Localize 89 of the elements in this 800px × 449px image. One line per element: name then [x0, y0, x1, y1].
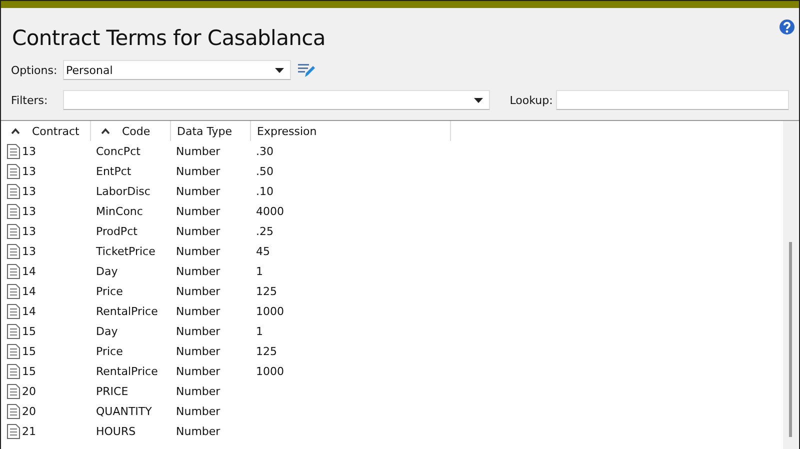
table-cell: Day: [96, 264, 118, 278]
document-icon: [7, 224, 20, 238]
table-cell: 1: [256, 264, 263, 278]
table-cell: 15: [22, 344, 36, 358]
filters-dropdown[interactable]: [62, 90, 490, 110]
table-cell: Number: [176, 164, 220, 178]
table-cell: 13: [22, 184, 36, 198]
table-cell: .10: [256, 184, 274, 198]
document-icon: [7, 284, 20, 298]
table-cell: Number: [176, 364, 220, 378]
table-cell: HOURS: [96, 424, 136, 438]
scrollbar[interactable]: [783, 121, 798, 449]
table-cell: Number: [176, 224, 220, 238]
table-cell: .25: [256, 224, 274, 238]
table-cell: 45: [256, 244, 270, 258]
table-cell: PRICE: [96, 384, 128, 398]
table-cell: Number: [176, 424, 220, 438]
table-cell: QUANTITY: [96, 404, 152, 418]
document-icon: [7, 344, 20, 358]
window-title: Contract Terms for Casablanca: [12, 26, 326, 50]
table-cell: RentalPrice: [96, 364, 158, 378]
table-cell: .50: [256, 164, 274, 178]
table-cell: RentalPrice: [96, 304, 158, 318]
lookup-label: Lookup:: [510, 94, 554, 106]
table-cell: .30: [256, 144, 274, 158]
document-icon: [7, 244, 20, 258]
table-cell: Number: [176, 264, 220, 278]
lookup-field[interactable]: [556, 90, 789, 110]
column-header[interactable]: Data Type: [171, 121, 251, 141]
table-cell: Number: [176, 304, 220, 318]
table-cell: 20: [22, 384, 36, 398]
table-cell: 13: [22, 144, 36, 158]
table-cell: 125: [256, 284, 277, 298]
table-cell: 14: [22, 264, 36, 278]
help-icon[interactable]: [779, 19, 795, 35]
document-icon: [7, 204, 20, 218]
table-cell: TicketPrice: [96, 244, 156, 258]
table-cell: Number: [176, 344, 220, 358]
table-cell: 14: [22, 284, 36, 298]
document-icon: [7, 144, 20, 158]
table-cell: 125: [256, 344, 277, 358]
table-cell: Number: [176, 324, 220, 338]
table-cell: MinConc: [96, 204, 143, 218]
filters-label: Filters:: [11, 94, 49, 106]
table-cell: Number: [176, 244, 220, 258]
table-cell: 13: [22, 204, 36, 218]
table-cell: 15: [22, 364, 36, 378]
table-cell: Day: [96, 324, 118, 338]
table-cell: Number: [176, 404, 220, 418]
table-cell: 1000: [256, 304, 284, 318]
table-cell: 20: [22, 404, 36, 418]
table-cell: ConcPct: [96, 144, 140, 158]
table-cell: EntPct: [96, 164, 132, 178]
column-header[interactable]: Contract: [1, 121, 91, 141]
document-icon: [7, 424, 20, 438]
column-header[interactable]: Code: [91, 121, 171, 141]
options-dropdown[interactable]: Personal: [63, 60, 291, 80]
edit-list-icon[interactable]: [298, 62, 316, 78]
dropdown-arrow-icon: [275, 68, 284, 72]
document-icon: [7, 404, 20, 418]
table-cell: 15: [22, 324, 36, 338]
table-cell: 21: [22, 424, 36, 438]
table-cell: ProdPct: [96, 224, 138, 238]
options-label: Options:: [11, 64, 58, 76]
table-cell: LaborDisc: [96, 184, 150, 198]
table-cell: Number: [176, 144, 220, 158]
document-icon: [7, 304, 20, 318]
document-icon: [7, 364, 20, 378]
document-icon: [7, 384, 20, 398]
document-icon: [7, 184, 20, 198]
table-cell: 13: [22, 244, 36, 258]
table-cell: 13: [22, 224, 36, 238]
table-cell: Number: [176, 184, 220, 198]
dropdown-arrow-icon: [474, 98, 483, 102]
scrollbar-thumb[interactable]: [789, 242, 792, 437]
table-cell: Price: [96, 284, 123, 298]
table-cell: Price: [96, 344, 123, 358]
table-cell: 1: [256, 324, 263, 338]
table-cell: 1000: [256, 364, 284, 378]
document-icon: [7, 164, 20, 178]
document-icon: [7, 324, 20, 338]
table-cell: Number: [176, 204, 220, 218]
table-cell: 14: [22, 304, 36, 318]
document-icon: [7, 264, 20, 278]
table-cell: Number: [176, 384, 220, 398]
table-cell: Number: [176, 284, 220, 298]
table-cell: 13: [22, 164, 36, 178]
column-header[interactable]: Expression: [251, 121, 451, 141]
table-cell: 4000: [256, 204, 284, 218]
